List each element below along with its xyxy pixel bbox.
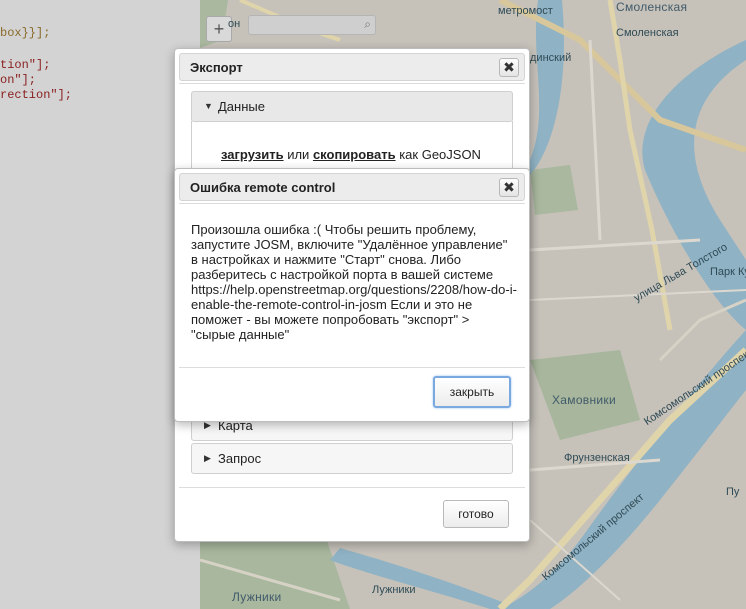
done-button[interactable]: готово	[443, 500, 509, 528]
error-close-icon-button[interactable]: ✖	[499, 178, 519, 197]
caret-right-icon: ▶	[204, 453, 211, 463]
divider	[179, 367, 525, 368]
section-data-label: Данные	[218, 99, 265, 114]
error-dialog-header: Ошибка remote control ✖	[179, 173, 525, 201]
download-or-text: или	[287, 147, 310, 162]
close-error-button[interactable]: закрыть	[433, 376, 511, 408]
download-line: загрузить или скопировать как GeoJSON	[221, 147, 481, 162]
app-root: box}}]; tion"]; on"]; rection"]; + ⌕ он …	[0, 0, 746, 609]
error-message: Произошла ошибка :( Чтобы решить проблем…	[191, 222, 517, 342]
export-dialog-header: Экспорт ✖	[179, 53, 525, 81]
divider	[179, 487, 525, 488]
section-query-header[interactable]: ▶ Запрос	[191, 443, 513, 474]
export-close-button[interactable]: ✖	[499, 58, 519, 77]
section-data-header[interactable]: ▼ Данные	[191, 91, 513, 122]
download-link[interactable]: загрузить	[221, 147, 284, 162]
divider	[179, 203, 525, 204]
download-format-text: как GeoJSON	[399, 147, 481, 162]
error-dialog-title: Ошибка remote control	[190, 180, 336, 195]
caret-down-icon: ▼	[204, 101, 213, 111]
section-query-label: Запрос	[218, 451, 262, 466]
copy-link[interactable]: скопировать	[313, 147, 396, 162]
export-dialog-title: Экспорт	[190, 60, 243, 75]
error-dialog: Ошибка remote control ✖ Произошла ошибка…	[174, 168, 530, 422]
divider	[179, 83, 525, 84]
